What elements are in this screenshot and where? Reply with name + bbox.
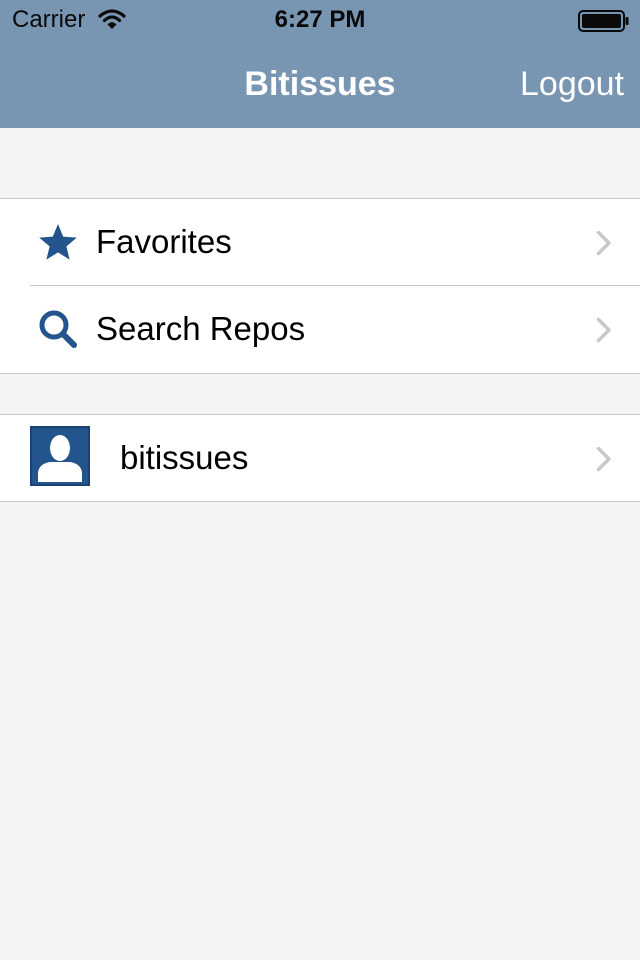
header: Carrier 6:27 PM Bitissues Logout bbox=[0, 0, 640, 128]
list-item-user-bitissues[interactable]: bitissues bbox=[0, 415, 640, 501]
accounts-section: bitissues bbox=[0, 414, 640, 502]
search-repos-label: Search Repos bbox=[96, 310, 306, 347]
search-icon bbox=[39, 310, 77, 348]
logout-button[interactable]: Logout bbox=[520, 64, 624, 104]
chevron-right-icon bbox=[596, 317, 611, 343]
list-item-search-repos[interactable]: Search Repos bbox=[0, 286, 640, 373]
favorites-label: Favorites bbox=[96, 223, 232, 260]
chevron-right-icon bbox=[596, 446, 611, 472]
battery-icon bbox=[578, 10, 629, 32]
status-bar: Carrier 6:27 PM bbox=[0, 0, 640, 40]
chevron-right-icon bbox=[596, 230, 611, 256]
avatar bbox=[30, 426, 90, 486]
status-time: 6:27 PM bbox=[274, 6, 366, 33]
navigation-bar: Bitissues Logout bbox=[0, 40, 640, 128]
list-item-favorites[interactable]: Favorites bbox=[0, 199, 640, 286]
menu-section: Favorites Search Repos bbox=[0, 198, 640, 374]
star-icon bbox=[39, 224, 77, 260]
user-name-label: bitissues bbox=[120, 439, 249, 476]
